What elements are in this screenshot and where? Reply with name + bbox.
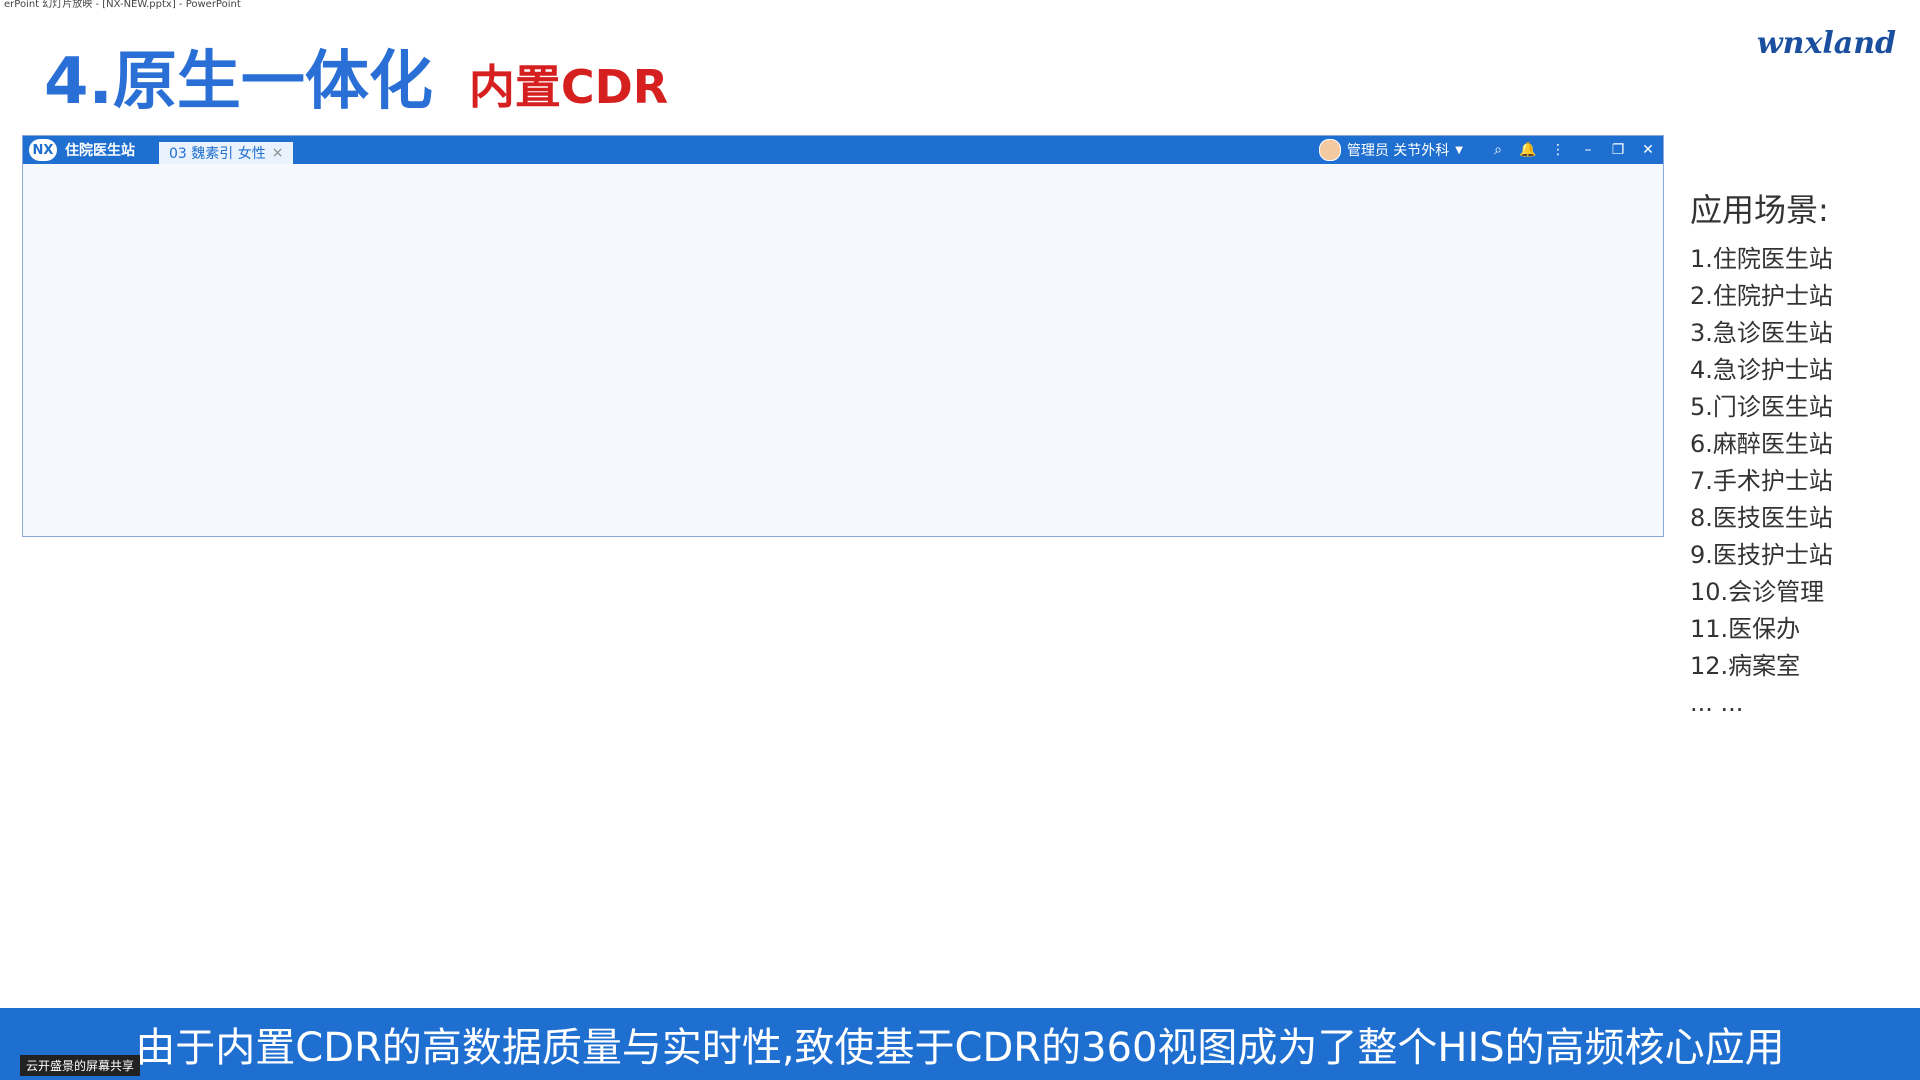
- slide-caption: 由于内置CDR的高数据质量与实时性,致使基于CDR的360视图成为了整个HIS的…: [0, 1008, 1920, 1080]
- app-badge: NX: [29, 139, 57, 161]
- bell-icon[interactable]: 🔔: [1513, 142, 1543, 158]
- scenario-item: 11.医保办: [1690, 615, 1801, 643]
- window-titlebar: NX 住院医生站 03 魏素引 女性 × 管理员 关节外科 ▼ ⌕ 🔔 ⋮ – …: [23, 136, 1663, 164]
- scenario-item: 6.麻醉医生站: [1690, 430, 1833, 458]
- minimize-icon[interactable]: –: [1573, 142, 1603, 158]
- patient-tab[interactable]: 03 魏素引 女性 ×: [159, 142, 294, 164]
- user-menu[interactable]: 管理员 关节外科 ▼: [1318, 139, 1463, 161]
- avatar: [1318, 139, 1341, 161]
- patient-tab-label: 03 魏素引 女性: [169, 146, 266, 162]
- close-icon[interactable]: ✕: [1633, 142, 1663, 158]
- heading-main: 4.原生一体化: [44, 45, 433, 119]
- app-title: 住院医生站: [65, 143, 135, 159]
- slide-heading: 4.原生一体化 内置CDR: [44, 30, 668, 122]
- scenario-title: 应用场景:: [1690, 191, 1829, 229]
- tab-close-icon[interactable]: ×: [272, 145, 284, 161]
- search-icon[interactable]: ⌕: [1483, 142, 1513, 158]
- more-icon[interactable]: ⋮: [1543, 142, 1573, 158]
- scenario-item: 7.手术护士站: [1690, 467, 1833, 495]
- user-label: 管理员 关节外科: [1346, 143, 1450, 159]
- scenario-item: 9.医技护士站: [1690, 541, 1833, 569]
- scenario-item: 5.门诊医生站: [1690, 393, 1833, 421]
- scenario-item: 4.急诊护士站: [1690, 356, 1833, 384]
- scenario-list: 1.住院医生站 2.住院护士站 3.急诊医生站 4.急诊护士站 5.门诊医生站 …: [1690, 241, 1833, 722]
- chevron-down-icon: ▼: [1455, 144, 1463, 156]
- scenario-panel: 应用场景: 1.住院医生站 2.住院护士站 3.急诊医生站 4.急诊护士站 5.…: [1690, 185, 1833, 722]
- scenario-item: 2.住院护士站: [1690, 282, 1833, 310]
- scenario-item: 1.住院医生站: [1690, 245, 1833, 273]
- scenario-item: 3.急诊医生站: [1690, 319, 1833, 347]
- powerpoint-title: erPoint 幻灯片放映 - [NX-NEW.pptx] - PowerPoi…: [4, 0, 241, 10]
- company-logo: wnxland: [1756, 26, 1896, 61]
- scenario-item: ... ...: [1690, 689, 1744, 717]
- scenario-item: 8.医技医生站: [1690, 504, 1833, 532]
- screen-share-label: 云开盛景的屏幕共享: [20, 1055, 141, 1076]
- scenario-item: 12.病案室: [1690, 652, 1801, 680]
- heading-sub: 内置CDR: [468, 60, 669, 114]
- restore-icon[interactable]: ❐: [1603, 142, 1633, 158]
- hospital-workstation-window: NX 住院医生站 03 魏素引 女性 × 管理员 关节外科 ▼ ⌕ 🔔 ⋮ – …: [22, 135, 1664, 537]
- scenario-item: 10.会诊管理: [1690, 578, 1825, 606]
